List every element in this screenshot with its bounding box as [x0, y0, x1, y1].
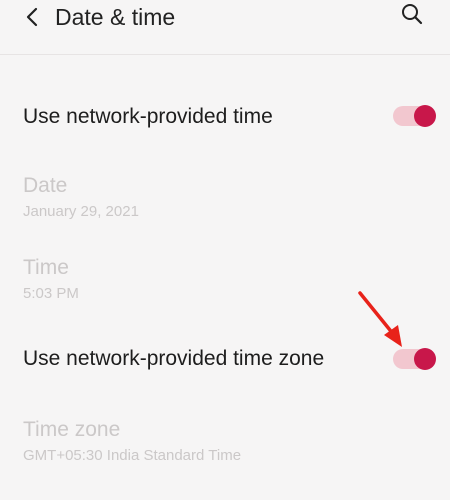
top-app-bar: Date & time — [0, 0, 450, 55]
network-time-toggle[interactable] — [393, 105, 436, 127]
search-button[interactable] — [398, 2, 426, 30]
toggle-knob — [414, 105, 436, 127]
network-time-zone-label: Use network-provided time zone — [23, 347, 325, 370]
time-label: Time — [23, 256, 69, 279]
time-zone-value: GMT+05:30 India Standard Time — [23, 447, 242, 464]
network-time-label: Use network-provided time — [23, 105, 273, 128]
search-icon — [400, 2, 424, 31]
toggle-knob — [414, 348, 436, 370]
page-title: Date & time — [55, 4, 176, 30]
time-zone-setting: Time zone GMT+05:30 India Standard Time — [0, 414, 450, 469]
date-value: January 29, 2021 — [23, 203, 139, 220]
date-label: Date — [23, 174, 68, 197]
annotation-arrow — [358, 291, 402, 347]
date-setting: Date January 29, 2021 — [0, 170, 450, 225]
back-button[interactable] — [18, 5, 46, 33]
time-value: 5:03 PM — [23, 285, 79, 302]
chevron-left-icon — [25, 7, 39, 32]
network-time-setting[interactable]: Use network-provided time — [0, 95, 450, 140]
time-zone-label: Time zone — [23, 418, 121, 441]
